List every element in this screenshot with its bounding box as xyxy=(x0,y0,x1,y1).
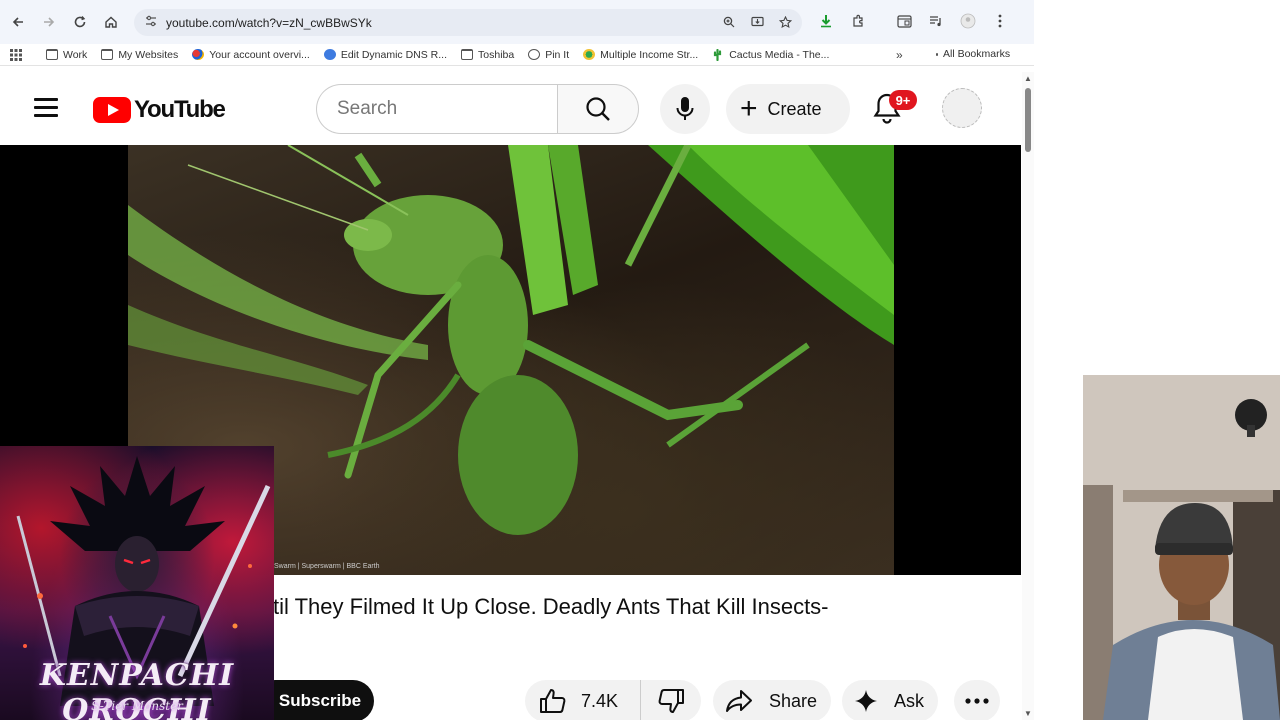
favicon-icon xyxy=(192,49,205,60)
plus-icon: + xyxy=(740,92,758,125)
like-button[interactable]: 7.4K xyxy=(525,680,641,720)
bookmarks-overflow-chevron-icon[interactable]: » xyxy=(896,48,903,62)
youtube-play-icon xyxy=(93,97,131,123)
tab-search-icon[interactable] xyxy=(894,10,914,32)
favicon-icon xyxy=(528,49,541,60)
sparkle-icon xyxy=(855,690,877,712)
bookmark-star-icon[interactable] xyxy=(776,13,794,31)
folder-icon xyxy=(936,52,938,56)
video-title: til They Filmed It Up Close. Deadly Ants… xyxy=(273,594,829,619)
account-avatar[interactable] xyxy=(942,88,982,128)
download-icon[interactable] xyxy=(816,10,836,32)
address-bar[interactable]: youtube.com/watch?v=zN_cwBBwSYk xyxy=(134,9,802,36)
browser-toolbar: youtube.com/watch?v=zN_cwBBwSYk xyxy=(0,0,1034,44)
channel-art-overlay: KENPACHI OROCHI S-Tier Monster xyxy=(0,446,274,720)
scroll-thumb[interactable] xyxy=(1025,88,1031,152)
dislike-button[interactable] xyxy=(641,680,701,720)
reload-icon[interactable] xyxy=(67,9,93,35)
bookmark-work[interactable]: Work xyxy=(46,49,87,61)
search-input[interactable]: Search xyxy=(316,84,558,134)
notification-count-badge: 9+ xyxy=(889,90,917,110)
favicon-icon xyxy=(583,49,596,60)
youtube-logo[interactable]: YouTube xyxy=(93,96,226,124)
install-app-icon[interactable] xyxy=(748,13,766,31)
all-bookmarks[interactable]: All Bookmarks xyxy=(936,48,1010,60)
screen: youtube.com/watch?v=zN_cwBBwSYk Work My … xyxy=(0,0,1280,720)
media-controls-icon[interactable] xyxy=(926,10,946,32)
bookmark-toshiba[interactable]: Toshiba xyxy=(461,49,514,61)
zoom-icon[interactable] xyxy=(720,13,738,31)
share-icon xyxy=(726,690,752,712)
scroll-down-arrow-icon[interactable]: ▼ xyxy=(1024,709,1032,718)
bookmark-cactus-media[interactable]: Cactus Media - The... xyxy=(712,48,829,62)
extensions-icon[interactable] xyxy=(848,10,868,32)
profile-avatar-icon[interactable] xyxy=(958,10,978,32)
forward-icon[interactable] xyxy=(36,9,62,35)
youtube-header: YouTube Search + Create 9+ xyxy=(0,72,1022,144)
thumbs-up-icon xyxy=(540,689,566,713)
folder-icon xyxy=(101,49,114,60)
site-info-icon[interactable] xyxy=(140,15,162,30)
apps-grid-icon[interactable] xyxy=(10,48,22,61)
thumbs-down-icon xyxy=(658,689,684,713)
search-icon xyxy=(586,97,610,121)
bookmark-pin-it[interactable]: Pin It xyxy=(528,49,569,61)
search-button[interactable] xyxy=(557,84,639,134)
url-text: youtube.com/watch?v=zN_cwBBwSYk xyxy=(166,15,372,30)
channel-art-subtitle: S-Tier Monster xyxy=(91,699,183,713)
webcam-overlay xyxy=(1083,375,1280,720)
browser-menu-icon[interactable] xyxy=(990,10,1010,32)
create-button[interactable]: + Create xyxy=(726,84,850,134)
voice-search-button[interactable] xyxy=(660,84,710,134)
bookmarks-bar: Work My Websites Your account overvi... … xyxy=(0,44,1034,66)
favicon-icon xyxy=(323,49,336,60)
microphone-icon xyxy=(676,97,694,120)
youtube-logo-text: YouTube xyxy=(134,96,226,123)
like-count: 7.4K xyxy=(581,690,619,711)
cactus-icon xyxy=(712,48,724,62)
bookmark-dynamic-dns[interactable]: Edit Dynamic DNS R... xyxy=(323,49,447,61)
page-scrollbar[interactable]: ▲ ▼ xyxy=(1022,72,1034,720)
menu-icon[interactable] xyxy=(34,98,58,117)
like-dislike-group: 7.4K xyxy=(525,680,701,720)
bookmark-account-overview[interactable]: Your account overvi... xyxy=(192,49,310,61)
more-actions-icon[interactable] xyxy=(954,680,1000,720)
scroll-up-arrow-icon[interactable]: ▲ xyxy=(1024,74,1032,83)
share-button[interactable]: Share xyxy=(713,680,831,720)
folder-icon xyxy=(46,49,58,60)
webcam-person-image xyxy=(1083,375,1280,720)
bookmark-multiple-income[interactable]: Multiple Income Str... xyxy=(583,49,698,61)
ask-button[interactable]: Ask xyxy=(842,680,938,720)
bookmark-my-websites[interactable]: My Websites xyxy=(101,49,178,61)
home-icon[interactable] xyxy=(98,9,124,35)
folder-icon xyxy=(461,49,474,60)
back-icon[interactable] xyxy=(5,9,31,35)
video-watermark: Swarm | Superswarm | BBC Earth xyxy=(274,563,380,570)
